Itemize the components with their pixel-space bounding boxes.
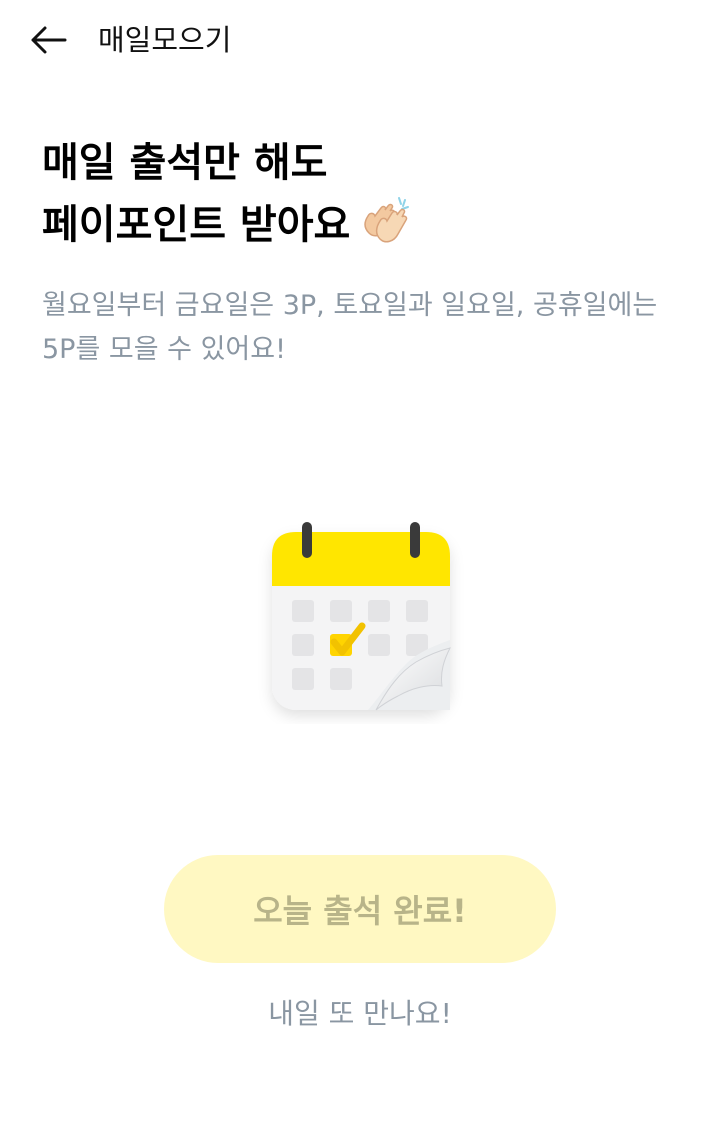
headline: 매일 출석만 해도 페이포인트 받아요 [42, 132, 702, 256]
headline-line-2-text: 페이포인트 받아요 [42, 202, 351, 248]
see-you-tomorrow-text: 내일 또 만나요! [268, 997, 452, 1030]
app-bar: 매일모으기 [0, 0, 720, 80]
page-title: 매일모으기 [98, 23, 232, 57]
description-text: 월요일부터 금요일은 3P, 토요일과 일요일, 공휴일에는 5P를 모을 수 … [42, 290, 658, 365]
back-button[interactable] [24, 18, 72, 62]
headline-line-1: 매일 출석만 해도 [42, 140, 328, 186]
arrow-left-icon [31, 26, 67, 54]
calendar-check-icon [258, 512, 466, 724]
attendance-complete-button[interactable]: 오늘 출석 완료! [164, 855, 556, 963]
clapping-hands-icon [364, 197, 410, 243]
headline-line-2: 페이포인트 받아요 [42, 194, 702, 256]
